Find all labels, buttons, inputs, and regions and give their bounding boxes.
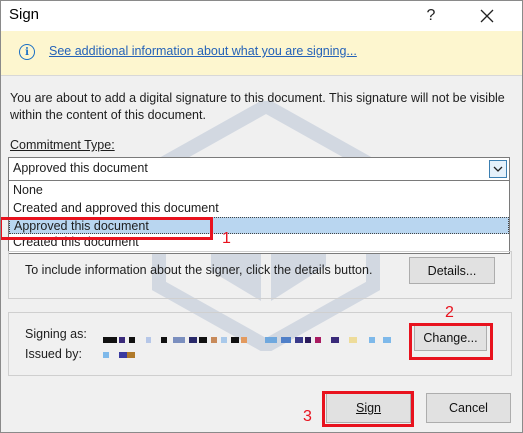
annotation-number-2: 2 bbox=[445, 304, 454, 321]
commitment-type-label: Commitment Type: bbox=[10, 138, 115, 152]
annotation-box-sign-button bbox=[322, 391, 414, 427]
details-text: To include information about the signer,… bbox=[25, 263, 373, 277]
additional-info-link[interactable]: See additional information about what yo… bbox=[49, 44, 357, 58]
annotation-number-1: 1 bbox=[222, 230, 231, 247]
chevron-down-icon[interactable] bbox=[489, 160, 507, 178]
dialog-title: Sign bbox=[9, 6, 40, 23]
annotation-number-3: 3 bbox=[303, 408, 312, 425]
close-icon bbox=[480, 9, 494, 23]
help-button[interactable]: ? bbox=[413, 3, 449, 29]
description-text: You are about to add a digital signature… bbox=[10, 91, 505, 122]
option-created-and-approved[interactable]: Created and approved this document bbox=[9, 200, 509, 217]
info-bar: i See additional information about what … bbox=[1, 31, 522, 76]
annotation-box-approved-option bbox=[1, 217, 213, 240]
issued-by-label: Issued by: bbox=[25, 347, 82, 361]
close-button[interactable] bbox=[469, 3, 505, 29]
commitment-selected-value: Approved this document bbox=[13, 161, 148, 175]
commitment-type-text: Commitment Type: bbox=[10, 138, 115, 152]
signer-name-redacted bbox=[103, 337, 393, 345]
sign-dialog: Sign ? i See additional information abou… bbox=[0, 0, 523, 433]
annotation-box-change-button bbox=[409, 323, 493, 360]
details-button[interactable]: Details... bbox=[409, 257, 495, 284]
info-icon: i bbox=[19, 44, 35, 60]
commitment-type-dropdown[interactable]: Approved this document bbox=[8, 157, 510, 181]
issuer-name-redacted bbox=[103, 352, 143, 360]
cancel-button[interactable]: Cancel bbox=[426, 393, 511, 423]
signing-as-label: Signing as: bbox=[25, 327, 87, 341]
title-bar: Sign ? bbox=[1, 1, 522, 31]
details-group: To include information about the signer,… bbox=[8, 251, 512, 299]
option-none[interactable]: None bbox=[9, 182, 509, 199]
